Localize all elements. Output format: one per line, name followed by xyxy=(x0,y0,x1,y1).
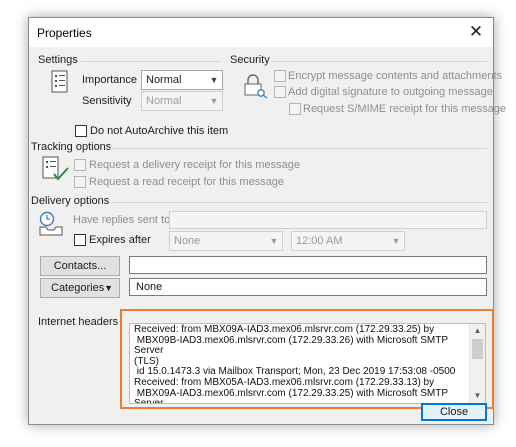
expires-checkbox[interactable] xyxy=(74,234,86,246)
settings-divider xyxy=(81,61,221,62)
delivery-divider xyxy=(111,202,487,203)
categories-button[interactable]: Categories ▼ xyxy=(40,278,120,298)
importance-value: Normal xyxy=(146,74,182,86)
read-receipt-checkbox[interactable] xyxy=(74,176,86,188)
encrypt-checkbox[interactable] xyxy=(274,70,286,82)
encrypt-label: Encrypt message contents and attachments xyxy=(288,70,503,82)
headers-scrollbar[interactable]: ▲ ▼ xyxy=(469,324,485,403)
categories-button-label: Categories xyxy=(51,282,105,294)
smime-label: Request S/MIME receipt for this message xyxy=(303,103,506,115)
chevron-down-icon: ▼ xyxy=(209,75,219,85)
contacts-field[interactable] xyxy=(129,256,487,274)
expires-date-value: None xyxy=(174,235,201,247)
importance-select[interactable]: Normal ▼ xyxy=(141,70,223,90)
expires-date-select[interactable]: None ▼ xyxy=(169,231,283,251)
read-receipt-label: Request a read receipt for this message xyxy=(89,176,285,188)
delivery-receipt-label: Request a delivery receipt for this mess… xyxy=(89,159,300,171)
delivery-clock-inbox-icon xyxy=(39,211,63,236)
tracking-label: Tracking options xyxy=(31,141,112,153)
sensitivity-label: Sensitivity xyxy=(82,95,132,107)
properties-document-icon xyxy=(51,70,68,93)
internet-headers-box[interactable]: Received: from MBX09A-IAD3.mex06.mlsrvr.… xyxy=(129,323,486,404)
expires-time-value: 12:00 AM xyxy=(296,235,343,247)
autoarchive-checkbox[interactable] xyxy=(75,125,87,137)
tracking-divider xyxy=(109,148,487,149)
properties-dialog: Properties ✕ Settings Importance Normal … xyxy=(28,17,506,425)
expires-label: Expires after xyxy=(89,234,151,246)
delivery-receipt-checkbox[interactable] xyxy=(74,159,86,171)
internet-headers-text: Received: from MBX09A-IAD3.mex06.mlsrvr.… xyxy=(134,324,456,404)
autoarchive-label: Do not AutoArchive this item xyxy=(90,125,229,137)
lock-key-icon xyxy=(244,74,268,99)
smime-checkbox[interactable] xyxy=(289,103,301,115)
replies-field[interactable] xyxy=(169,211,487,229)
security-label: Security xyxy=(230,54,270,66)
chevron-down-icon: ▼ xyxy=(209,96,219,106)
close-icon[interactable]: ✕ xyxy=(465,22,487,42)
importance-label: Importance xyxy=(82,74,138,86)
chevron-down-icon: ▼ xyxy=(269,236,279,246)
scroll-thumb[interactable] xyxy=(472,339,483,359)
expires-time-select[interactable]: 12:00 AM ▼ xyxy=(291,231,405,251)
scroll-up-icon[interactable]: ▲ xyxy=(470,324,485,338)
signature-label: Add digital signature to outgoing messag… xyxy=(288,86,493,98)
scroll-down-icon[interactable]: ▼ xyxy=(470,389,485,403)
sensitivity-value: Normal xyxy=(146,95,182,107)
sensitivity-select[interactable]: Normal ▼ xyxy=(141,91,223,111)
window-title: Properties xyxy=(37,26,92,40)
replies-label: Have replies sent to xyxy=(73,214,171,226)
chevron-down-icon: ▼ xyxy=(104,283,113,293)
internet-headers-label: Internet headers xyxy=(38,316,119,328)
delivery-label: Delivery options xyxy=(31,195,110,207)
settings-label: Settings xyxy=(38,54,78,66)
categories-field[interactable]: None xyxy=(129,278,487,296)
title-bar: Properties ✕ xyxy=(29,18,493,47)
tracking-document-check-icon xyxy=(42,156,69,181)
contacts-button[interactable]: Contacts... xyxy=(40,256,120,276)
security-divider xyxy=(271,61,487,62)
close-button[interactable]: Close xyxy=(421,403,487,421)
chevron-down-icon: ▼ xyxy=(391,236,401,246)
signature-checkbox[interactable] xyxy=(274,86,286,98)
